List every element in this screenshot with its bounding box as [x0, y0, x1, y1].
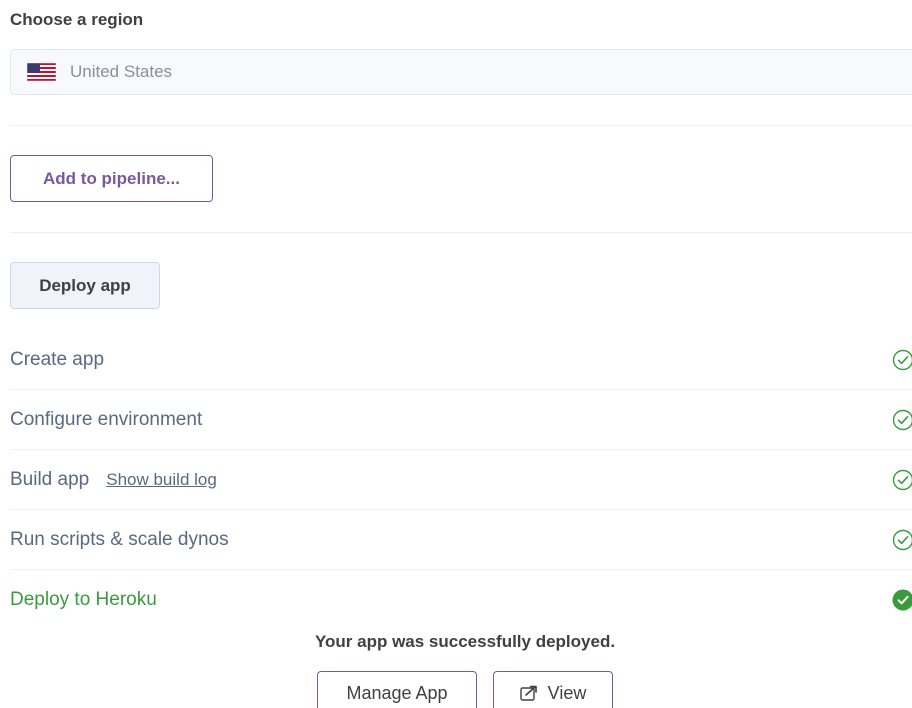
- check-circle-icon: [892, 469, 912, 491]
- check-circle-icon: [892, 349, 912, 371]
- step-label: Create app: [10, 348, 105, 370]
- deploy-page: Choose a region United States Add to pip…: [0, 0, 912, 708]
- add-to-pipeline-button[interactable]: Add to pipeline...: [10, 155, 213, 202]
- divider: [10, 232, 912, 233]
- check-circle-icon: [892, 529, 912, 551]
- divider: [10, 125, 912, 126]
- step-label: Build app: [10, 468, 90, 490]
- deploy-steps-list: Create app Configure environment Build a…: [10, 330, 912, 630]
- step-deploy-to-heroku: Deploy to Heroku: [10, 570, 912, 630]
- step-create-app: Create app: [10, 330, 912, 390]
- step-label: Configure environment: [10, 408, 203, 430]
- check-circle-icon: [892, 409, 912, 431]
- manage-app-button[interactable]: Manage App: [317, 671, 477, 708]
- external-link-icon: [519, 685, 537, 701]
- step-build-app: Build app Show build log: [10, 450, 912, 510]
- show-build-log-link[interactable]: Show build log: [106, 470, 217, 490]
- deploy-app-button[interactable]: Deploy app: [10, 262, 160, 309]
- check-filled-icon: [892, 589, 912, 611]
- deploy-success-message: Your app was successfully deployed.: [314, 632, 616, 651]
- region-label: Choose a region: [10, 10, 144, 29]
- us-flag-icon: [27, 63, 56, 81]
- view-button-label: View: [547, 682, 587, 703]
- deploy-actions: Manage App View: [317, 671, 613, 708]
- step-label: Run scripts & scale dynos: [10, 528, 229, 550]
- region-select[interactable]: United States: [10, 49, 912, 95]
- step-label: Deploy to Heroku: [10, 589, 157, 610]
- step-run-scripts: Run scripts & scale dynos: [10, 510, 912, 570]
- step-configure-environment: Configure environment: [10, 390, 912, 450]
- view-app-button[interactable]: View: [493, 671, 613, 708]
- region-value: United States: [70, 62, 173, 81]
